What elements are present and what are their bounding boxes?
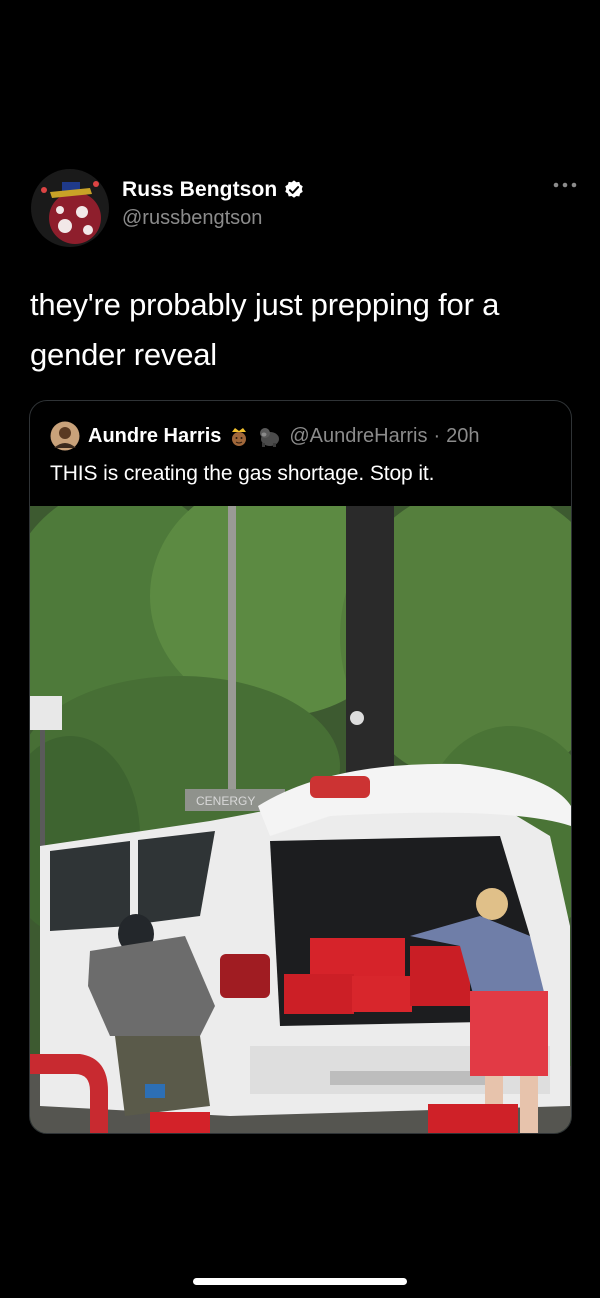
quoted-tweet-photo[interactable]: CENERGY [30,506,571,1133]
quoted-tweet-header: Aundre Harris @AundreHarris · 20h [50,421,480,451]
more-options-icon[interactable] [552,180,578,190]
quoted-tweet-card[interactable]: Aundre Harris @AundreHarris · 20h THIS i… [29,400,572,1134]
tweet: Russ Bengtson @russbengtson they're prob… [0,0,600,1298]
verified-badge-icon [285,180,304,198]
quoted-author-handle[interactable]: @AundreHarris [289,425,427,448]
author-name-row[interactable]: Russ Bengtson [122,178,305,202]
quoted-author-name[interactable]: Aundre Harris [88,425,221,448]
tweet-text-line-2: gender reveal [30,337,217,372]
quoted-time[interactable]: 20h [446,425,479,448]
author-handle[interactable]: @russbengtson [122,207,262,230]
quoted-tweet-text: THIS is creating the gas shortage. Stop … [50,462,435,485]
gorilla-emoji-icon [260,428,280,447]
home-indicator[interactable] [193,1278,407,1285]
tweet-text-line-1: they're probably just prepping for a [30,287,500,322]
quoted-separator: · [433,424,441,447]
energy-sign-text: CENERGY [196,794,255,808]
crown-face-emoji-icon [232,428,247,446]
quoted-author-avatar[interactable] [50,421,80,451]
tweet-text: they're probably just prepping for a gen… [30,280,570,380]
author-avatar[interactable] [30,168,110,248]
author-name[interactable]: Russ Bengtson [122,178,277,202]
